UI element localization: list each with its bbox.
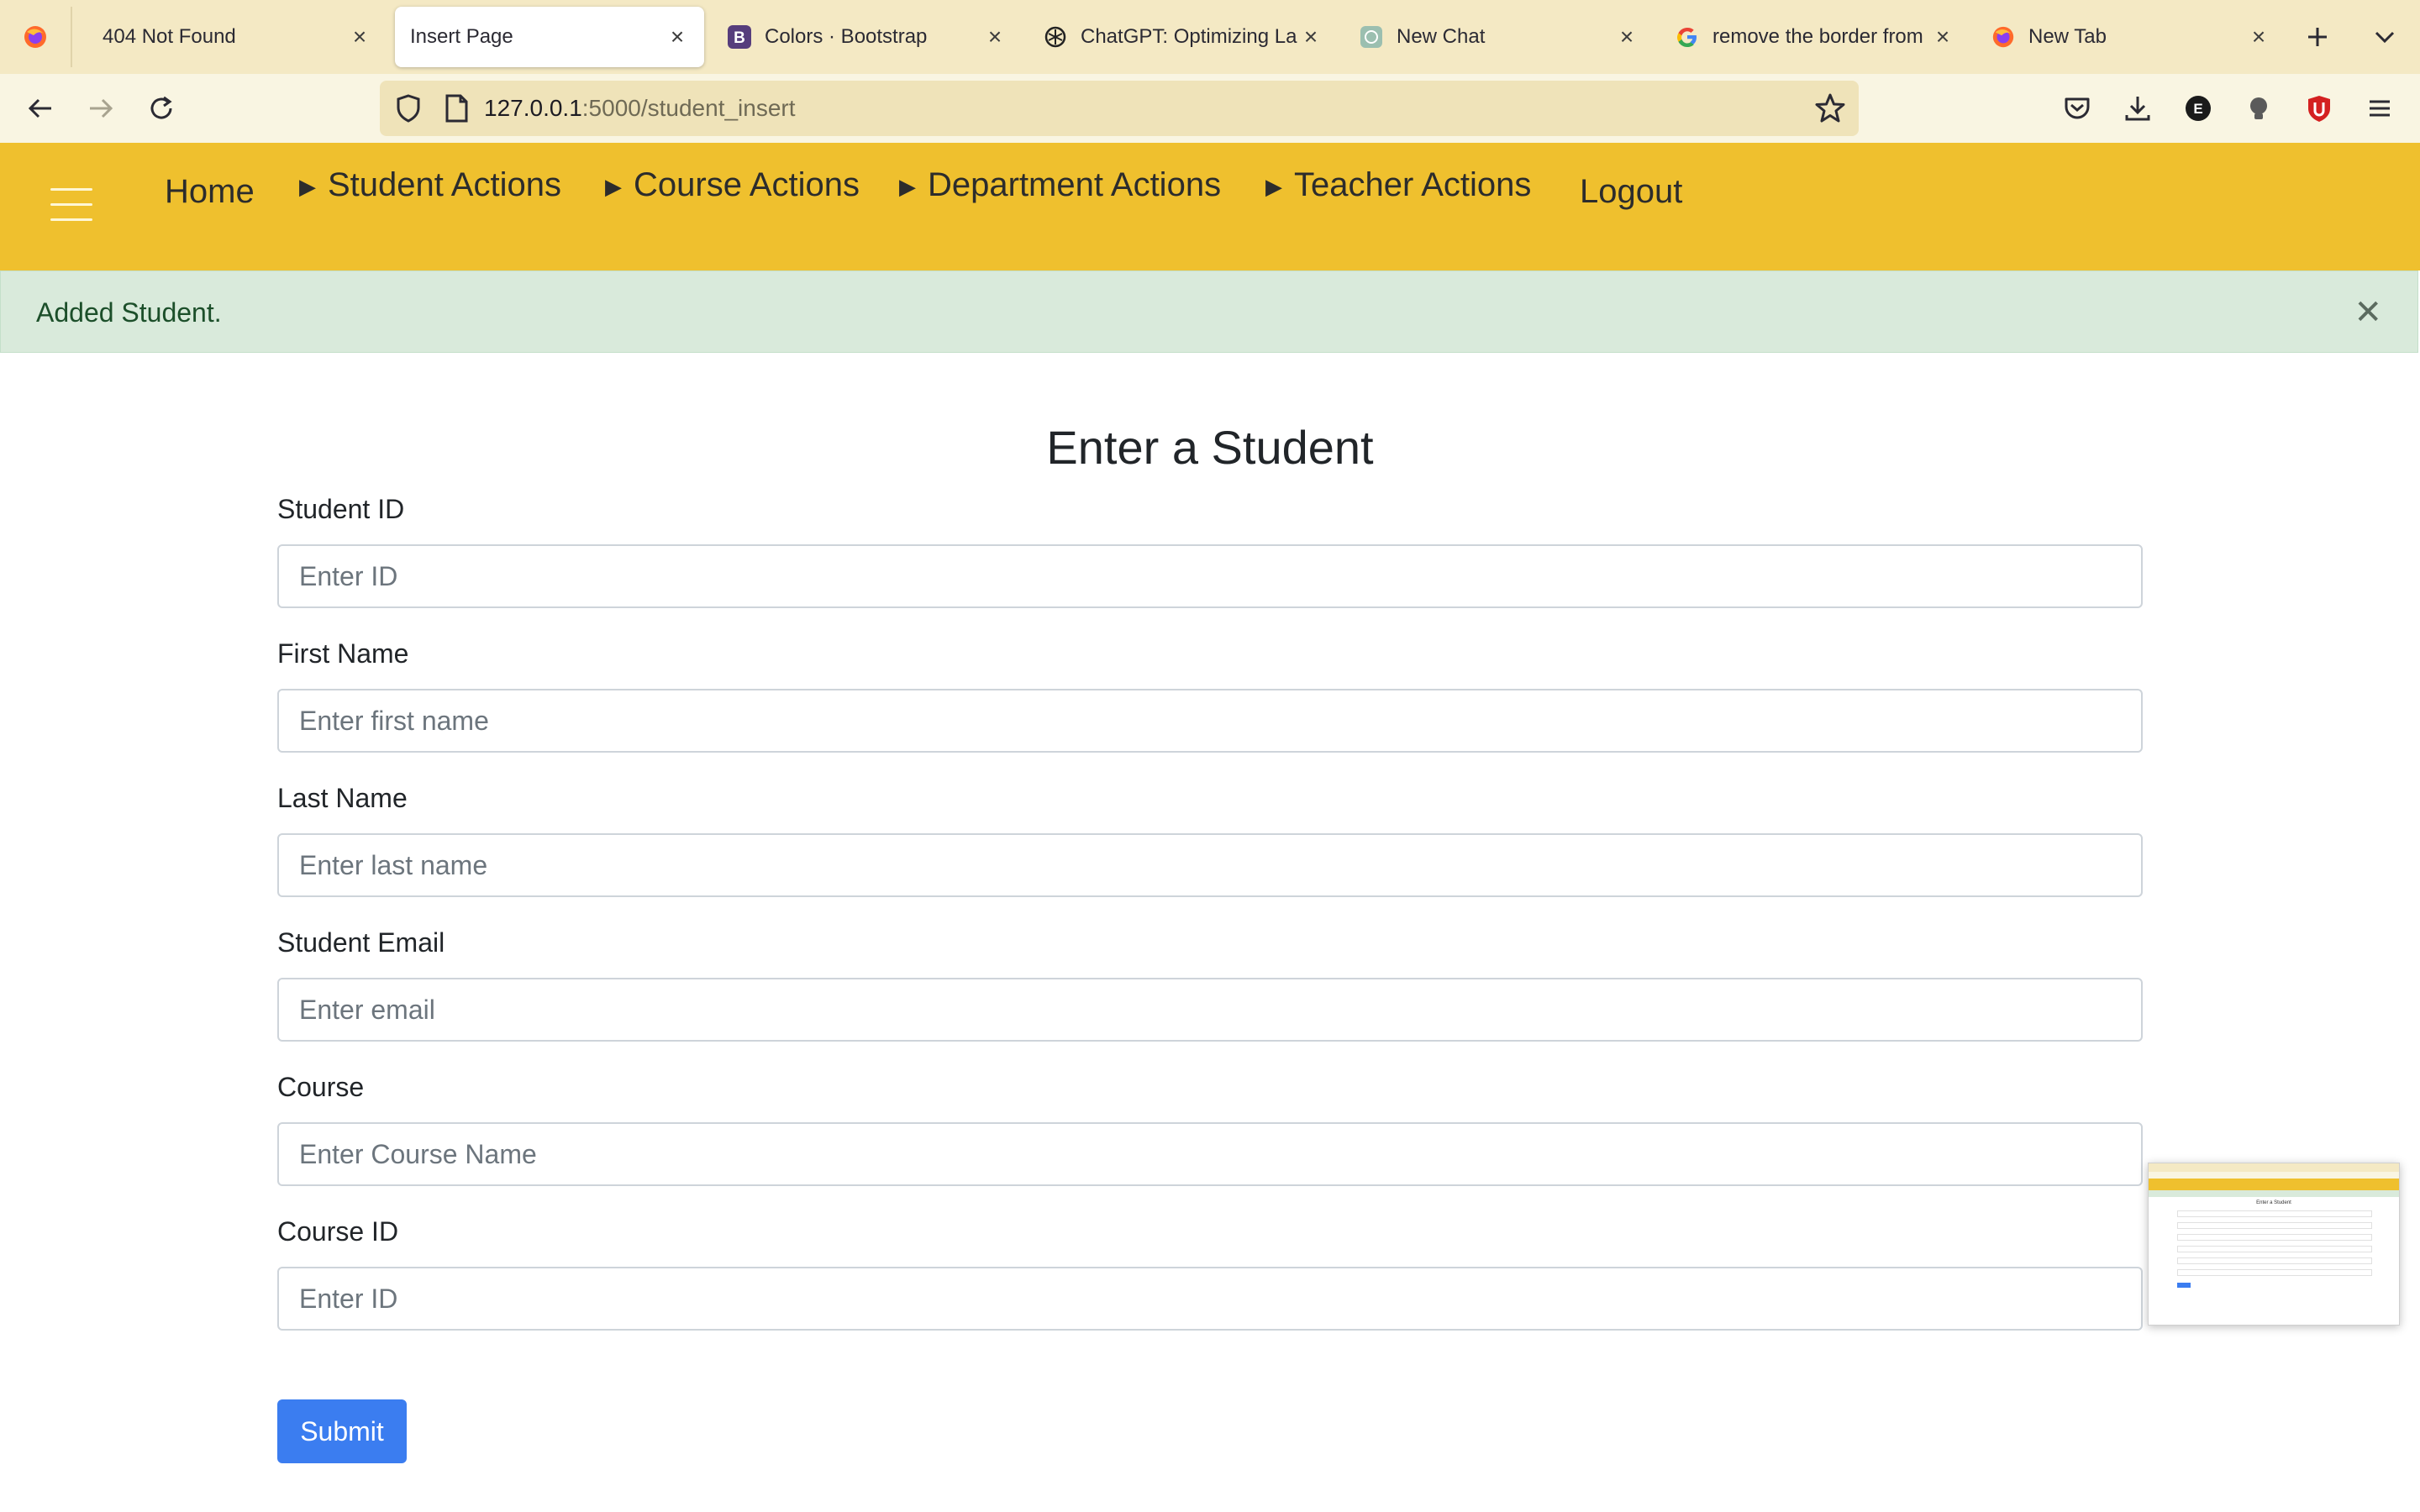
tab-title: ChatGPT: Optimizing Lan [1081,25,1297,48]
new-tab-plus-icon[interactable] [2294,13,2341,60]
course-label: Course [277,1072,365,1102]
disclosure-triangle-icon: ▶ [1265,173,1282,199]
tab-new-tab[interactable]: New Tab × [1976,7,2286,67]
profile-initial: E [2193,101,2202,117]
list-all-tabs-chevron-icon[interactable] [2361,13,2408,60]
google-icon [1674,24,1701,50]
close-tab-icon[interactable]: × [1929,24,1956,50]
student-id-input[interactable] [277,544,2143,608]
chat-icon [1358,24,1385,50]
course-name-input[interactable] [277,1122,2143,1186]
tab-title: remove the border from [1712,25,1923,48]
firefox-icon [1990,24,2017,50]
screenshot-thumbnail-preview[interactable]: Enter a Student [2148,1163,2400,1326]
student-id-label: Student ID [277,494,405,524]
success-alert: Added Student. ✕ [0,270,2418,353]
student-email-label: Student Email [277,927,445,958]
address-bar[interactable]: 127.0.0.1:5000/student_insert [380,81,1859,136]
close-tab-icon[interactable]: × [1613,24,1640,50]
nav-course-actions-label: Course Actions [634,166,860,203]
thumb-field [2177,1246,2372,1252]
site-header: Home ▶ Student Actions ▶ Course Actions ▶ D… [0,143,2420,270]
nav-logout-label: Logout [1580,173,1683,210]
close-tab-icon[interactable]: × [346,24,373,50]
disclosure-triangle-icon: ▶ [605,173,622,199]
form-title: Enter a Student [1046,421,1374,474]
firefox-menu-icon[interactable] [0,7,72,67]
course-id-label: Course ID [277,1216,399,1247]
nav-logout-link[interactable]: Logout [1580,173,1682,211]
student-email-input[interactable] [277,978,2143,1042]
back-arrow-icon[interactable] [17,85,64,132]
thumb-title: Enter a Student [2256,1200,2291,1205]
last-name-input[interactable] [277,833,2143,897]
tab-404-not-found[interactable]: 404 Not Found × [77,7,387,67]
last-name-label: Last Name [277,783,408,813]
tab-colors-bootstrap[interactable]: B Colors · Bootstrap × [713,7,1022,67]
url-text[interactable]: 127.0.0.1:5000/student_insert [484,81,796,136]
tab-title: New Tab [2028,25,2107,48]
bookmark-star-icon[interactable] [1813,92,1847,129]
close-tab-icon[interactable]: × [2245,24,2272,50]
first-name-input[interactable] [277,689,2143,753]
tab-google-search[interactable]: remove the border from × [1660,7,1970,67]
sidebar-toggle-hamburger-icon[interactable] [50,188,92,225]
thumb-field [2177,1257,2372,1264]
tab-title: 404 Not Found [103,25,236,48]
page-info-icon[interactable] [442,93,471,128]
thumb-toolbar [2149,1172,2399,1179]
reload-icon[interactable] [138,85,185,132]
close-tab-icon[interactable]: × [981,24,1008,50]
first-name-label: First Name [277,638,409,669]
thumb-field [2177,1210,2372,1217]
thumb-submit [2177,1283,2191,1288]
downloads-icon[interactable] [2114,85,2161,132]
tab-title: Colors · Bootstrap [765,25,928,48]
thumb-header [2149,1179,2399,1190]
nav-home-link[interactable]: Home [165,173,255,211]
tab-title: Insert Page [410,25,513,48]
close-alert-icon[interactable]: ✕ [2354,271,2382,354]
alert-message: Added Student. [36,297,222,328]
disclosure-triangle-icon: ▶ [899,173,916,199]
chatgpt-icon [1042,24,1069,50]
course-id-input[interactable] [277,1267,2143,1331]
bootstrap-icon: B [726,24,753,50]
shield-icon[interactable] [392,92,425,129]
nav-student-actions[interactable]: ▶ Student Actions [299,166,561,204]
url-host: 127.0.0.1 [484,95,582,121]
nav-teacher-actions[interactable]: ▶ Teacher Actions [1265,166,1531,204]
app-menu-hamburger-icon[interactable] [2356,85,2403,132]
close-tab-icon[interactable]: × [664,24,691,50]
thumb-tabstrip [2149,1163,2399,1172]
url-path: :5000/student_insert [581,95,796,121]
pocket-icon[interactable] [2054,85,2101,132]
nav-student-actions-label: Student Actions [328,166,561,203]
extension-lightbulb-icon[interactable] [2235,85,2282,132]
thumb-field [2177,1234,2372,1241]
nav-department-actions[interactable]: ▶ Department Actions [899,166,1221,204]
thumb-field [2177,1269,2372,1276]
account-avatar-icon[interactable]: E [2175,85,2222,132]
nav-course-actions[interactable]: ▶ Course Actions [605,166,860,204]
thumb-field [2177,1222,2372,1229]
thumb-alert [2149,1190,2399,1197]
close-tab-icon[interactable]: × [1297,24,1324,50]
ublock-shield-icon[interactable] [2296,85,2343,132]
tab-title: New Chat [1397,25,1486,48]
tab-new-chat[interactable]: New Chat × [1344,7,1654,67]
tab-chatgpt[interactable]: ChatGPT: Optimizing Lan × [1028,7,1338,67]
nav-home-label: Home [165,173,255,210]
disclosure-triangle-icon: ▶ [299,173,316,199]
tab-insert-page[interactable]: Insert Page × [395,7,704,67]
svg-text:B: B [734,29,745,47]
nav-department-actions-label: Department Actions [928,166,1222,203]
browser-tab-strip: 404 Not Found × Insert Page × B Colors ·… [0,0,2420,74]
forward-arrow-icon[interactable] [77,85,124,132]
submit-button[interactable]: Submit [277,1399,407,1463]
nav-teacher-actions-label: Teacher Actions [1294,166,1532,203]
